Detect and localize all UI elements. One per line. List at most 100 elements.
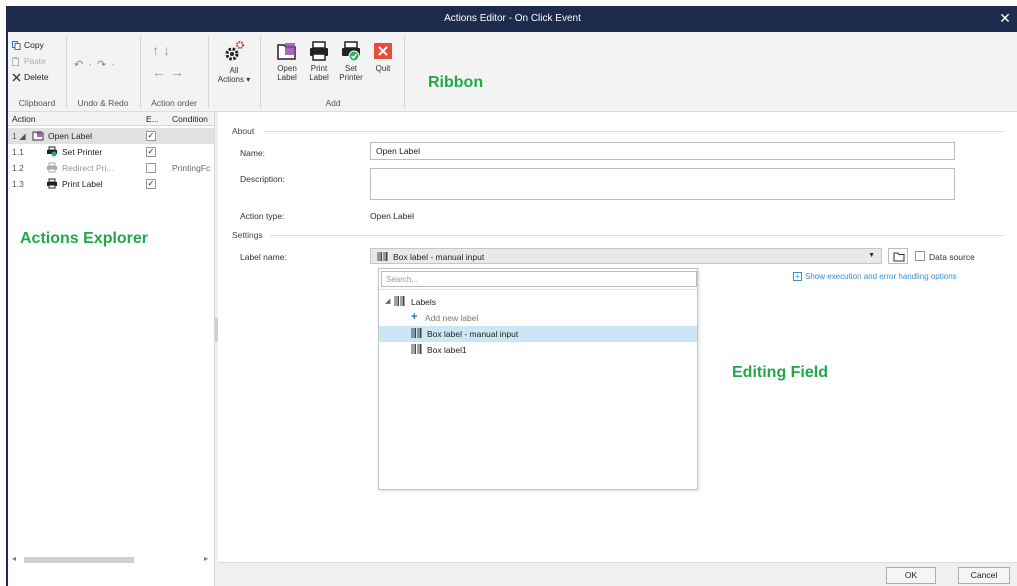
open-label-text-2: Label bbox=[277, 73, 297, 82]
label-item[interactable]: Box label - manual input bbox=[379, 326, 697, 342]
settings-section-title: Settings bbox=[232, 230, 263, 240]
paste-button[interactable]: Paste bbox=[12, 56, 46, 66]
data-source-checkbox[interactable] bbox=[915, 251, 925, 261]
window-title: Actions Editor - On Click Event bbox=[444, 13, 581, 24]
label-name-combobox[interactable]: Box label - manual input ▼ bbox=[370, 248, 882, 264]
print-label-button[interactable]: Print Label bbox=[304, 40, 334, 82]
enabled-checkbox[interactable] bbox=[146, 163, 156, 173]
printer-icon bbox=[47, 178, 57, 189]
move-left-right-icon[interactable]: ←→ bbox=[152, 64, 188, 80]
action-name: Open Label bbox=[48, 131, 92, 141]
ribbon-callout: Ribbon bbox=[428, 74, 484, 91]
name-input[interactable]: Open Label bbox=[370, 142, 955, 160]
plus-icon: + bbox=[411, 311, 418, 323]
show-options-link[interactable]: + Show execution and error handling opti… bbox=[793, 272, 957, 281]
undo-redo-icons: ↶ · ↷ · bbox=[74, 58, 116, 71]
label-item[interactable]: Box label1 bbox=[379, 342, 697, 358]
folder-icon bbox=[893, 252, 905, 262]
set-printer-icon bbox=[47, 146, 57, 157]
ribbon: Copy Paste Delete Clipboard ↶ · ↷ · Undo… bbox=[8, 32, 1017, 112]
explorer-horizontal-scrollbar[interactable]: ◂ ▸ bbox=[12, 554, 208, 564]
action-row-print-label[interactable]: 1.3 Print Label ✓ bbox=[8, 176, 214, 192]
undo-redo-group-label: Undo & Redo bbox=[77, 98, 129, 108]
action-name: Redirect Pri... bbox=[62, 163, 114, 173]
editing-field-callout: Editing Field bbox=[732, 364, 828, 381]
scroll-thumb[interactable] bbox=[24, 557, 134, 563]
gear-icon bbox=[225, 41, 244, 61]
action-row-set-printer[interactable]: 1.1 Set Printer ✓ bbox=[8, 144, 214, 160]
quit-text: Quit bbox=[375, 64, 391, 73]
action-type-label: Action type: bbox=[240, 211, 285, 221]
quit-icon bbox=[374, 43, 392, 59]
enabled-checkbox[interactable]: ✓ bbox=[146, 131, 156, 141]
ribbon-separator bbox=[260, 36, 261, 108]
actions-explorer: Action E... Condition 1 ◢ Open Label ✓ 1… bbox=[8, 112, 215, 586]
undo-icon[interactable]: ↶ · bbox=[74, 59, 93, 71]
delete-button[interactable]: Delete bbox=[12, 72, 49, 82]
action-number: 1.2 bbox=[12, 163, 24, 173]
move-up-down-icon[interactable]: ↑↓ bbox=[152, 42, 174, 58]
name-label: Name: bbox=[240, 148, 266, 158]
copy-button[interactable]: Copy bbox=[12, 40, 44, 50]
open-label-icon bbox=[277, 43, 296, 60]
label-name-value: Box label - manual input bbox=[393, 252, 485, 262]
set-printer-button[interactable]: Set Printer bbox=[336, 40, 366, 82]
paste-icon bbox=[12, 56, 19, 66]
action-type-value: Open Label bbox=[370, 211, 414, 221]
settings-divider bbox=[270, 235, 1004, 236]
add-new-label-item[interactable]: + Add new label bbox=[379, 310, 697, 326]
open-label-button[interactable]: Open Label bbox=[272, 40, 302, 82]
barcode-icon bbox=[411, 328, 422, 338]
tree-root-text: Labels bbox=[411, 297, 437, 307]
action-order-group: ↑↓ ←→ Action order bbox=[140, 32, 208, 112]
actions-editor-window: Actions Editor - On Click Event ✕ Copy P… bbox=[6, 6, 1017, 586]
action-name: Print Label bbox=[62, 179, 103, 189]
condition-cell: PrintingFc bbox=[172, 163, 211, 173]
redo-icon[interactable]: ↷ · bbox=[97, 59, 116, 71]
header-enabled[interactable]: E... bbox=[146, 114, 159, 124]
label-name-label: Label name: bbox=[240, 252, 287, 262]
enabled-checkbox[interactable]: ✓ bbox=[146, 179, 156, 189]
all-actions-button[interactable]: All Actions ▾ bbox=[216, 40, 252, 84]
header-condition[interactable]: Condition bbox=[172, 114, 208, 124]
all-actions-label-1: All bbox=[229, 66, 239, 75]
browse-folder-button[interactable] bbox=[888, 248, 908, 264]
description-textarea[interactable] bbox=[370, 168, 955, 200]
add-group: Open Label Print Label Set Printer Quit … bbox=[262, 32, 404, 112]
clipboard-group: Copy Paste Delete Clipboard bbox=[8, 32, 66, 112]
copy-icon bbox=[12, 40, 21, 50]
scroll-left-icon[interactable]: ◂ bbox=[12, 554, 16, 563]
delete-label: Delete bbox=[24, 72, 49, 82]
about-divider bbox=[264, 131, 1004, 132]
open-label-icon bbox=[32, 131, 44, 141]
data-source-label: Data source bbox=[929, 252, 975, 262]
open-label-text-1: Open bbox=[277, 64, 297, 73]
set-printer-text-2: Printer bbox=[339, 73, 363, 82]
action-row-redirect-printing[interactable]: 1.2 Redirect Pri... PrintingFc bbox=[8, 160, 214, 176]
ribbon-separator bbox=[404, 36, 405, 108]
cancel-button[interactable]: Cancel bbox=[958, 567, 1010, 584]
explorer-header: Action E... Condition bbox=[8, 112, 214, 126]
chevron-down-icon[interactable]: ▼ bbox=[868, 252, 875, 259]
set-printer-text-1: Set bbox=[344, 64, 357, 73]
scroll-right-icon[interactable]: ▸ bbox=[204, 554, 208, 563]
action-number: 1 ◢ bbox=[12, 131, 26, 141]
header-action[interactable]: Action bbox=[12, 114, 36, 124]
about-section-title: About bbox=[232, 126, 255, 136]
label-item-text: Box label - manual input bbox=[427, 329, 519, 339]
quit-button[interactable]: Quit bbox=[368, 40, 398, 73]
close-icon[interactable]: ✕ bbox=[997, 10, 1013, 26]
ok-button[interactable]: OK bbox=[886, 567, 936, 584]
description-label: Description: bbox=[240, 174, 285, 184]
label-dropdown-popup: Search... ◢ Labels + Add new label Box l… bbox=[378, 268, 698, 490]
enabled-checkbox[interactable]: ✓ bbox=[146, 147, 156, 157]
tree-toggle-icon[interactable]: ◢ bbox=[385, 297, 390, 305]
all-actions-label-2: Actions ▾ bbox=[217, 75, 251, 84]
tree-root-labels[interactable]: ◢ Labels bbox=[379, 294, 697, 310]
undo-redo-group: ↶ · ↷ · Undo & Redo bbox=[66, 32, 140, 112]
printer-icon bbox=[310, 41, 328, 61]
label-search-input[interactable]: Search... bbox=[381, 271, 697, 287]
action-row-open-label[interactable]: 1 ◢ Open Label ✓ bbox=[8, 128, 214, 144]
print-label-text-1: Print bbox=[310, 64, 328, 73]
add-new-label-text: Add new label bbox=[425, 313, 479, 323]
